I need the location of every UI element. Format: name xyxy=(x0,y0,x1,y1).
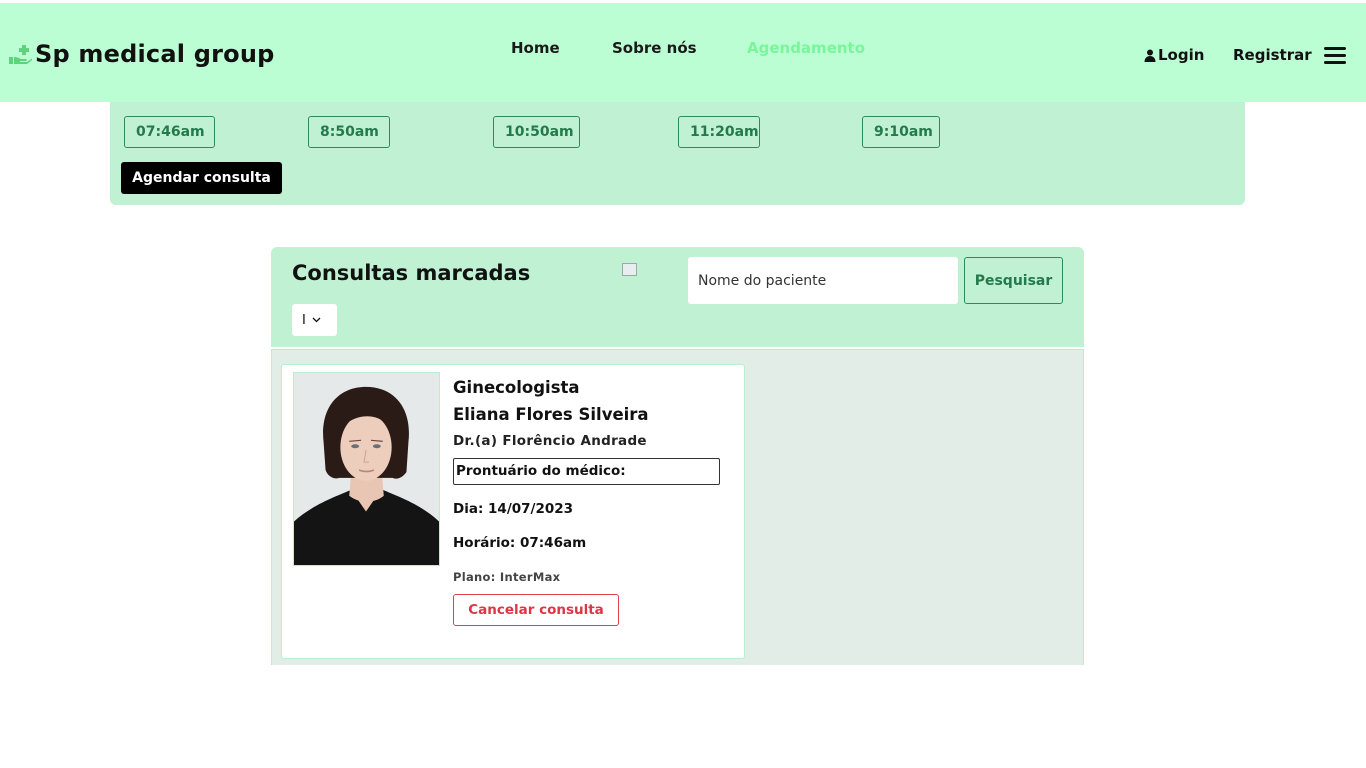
login-link[interactable]: Login xyxy=(1144,46,1204,64)
user-icon xyxy=(1144,49,1156,62)
brand[interactable]: Sp medical group xyxy=(8,40,275,68)
login-label: Login xyxy=(1158,46,1205,64)
nav-link-sobre-nos[interactable]: Sobre nós xyxy=(612,39,697,57)
nav-link-home[interactable]: Home xyxy=(511,39,560,57)
cancelar-consulta-button[interactable]: Cancelar consulta xyxy=(453,594,619,626)
chevron-down-icon xyxy=(312,317,321,323)
filter-select[interactable]: I xyxy=(292,304,337,336)
registrar-link[interactable]: Registrar xyxy=(1233,46,1312,64)
prontuario-field[interactable]: Prontuário do médico: xyxy=(453,458,720,485)
hamburger-menu-icon[interactable] xyxy=(1324,47,1346,64)
filter-value: I xyxy=(302,312,306,328)
patient-search-input[interactable] xyxy=(688,257,958,304)
agendar-consulta-button[interactable]: Agendar consulta xyxy=(121,162,282,194)
patient-photo xyxy=(293,372,440,566)
consulta-dia: Dia: 14/07/2023 xyxy=(453,501,574,517)
consultas-header: Consultas marcadas Pesquisar I xyxy=(271,247,1084,347)
navbar: Sp medical group Home Sobre nós Agendame… xyxy=(0,3,1366,102)
consulta-horario: Horário: 07:46am xyxy=(453,535,587,551)
consulta-card: Ginecologista Eliana Flores Silveira Dr.… xyxy=(281,364,745,659)
plano-saude: Plano: InterMax xyxy=(453,570,561,584)
hand-holding-medical-icon xyxy=(9,45,32,64)
time-slot-button[interactable]: 10:50am xyxy=(493,116,580,148)
nav-link-agendamento[interactable]: Agendamento xyxy=(747,39,865,57)
time-slot-button[interactable]: 07:46am xyxy=(124,116,215,148)
brand-name: Sp medical group xyxy=(35,40,275,68)
especialidade: Ginecologista xyxy=(453,378,580,397)
pesquisar-button[interactable]: Pesquisar xyxy=(964,257,1063,304)
consulta-details: Ginecologista Eliana Flores Silveira Dr.… xyxy=(453,378,728,626)
schedule-panel: 07:46am 8:50am 10:50am 11:20am 9:10am Ag… xyxy=(110,102,1245,205)
time-slot-button[interactable]: 8:50am xyxy=(308,116,390,148)
consultas-title: Consultas marcadas xyxy=(292,261,531,285)
medico-name: Dr.(a) Florêncio Andrade xyxy=(453,433,647,449)
consultas-list: Ginecologista Eliana Flores Silveira Dr.… xyxy=(271,349,1084,665)
time-slot-button[interactable]: 9:10am xyxy=(862,116,940,148)
broken-image-icon xyxy=(622,263,637,276)
paciente-name: Eliana Flores Silveira xyxy=(453,405,649,424)
time-slot-button[interactable]: 11:20am xyxy=(678,116,760,148)
